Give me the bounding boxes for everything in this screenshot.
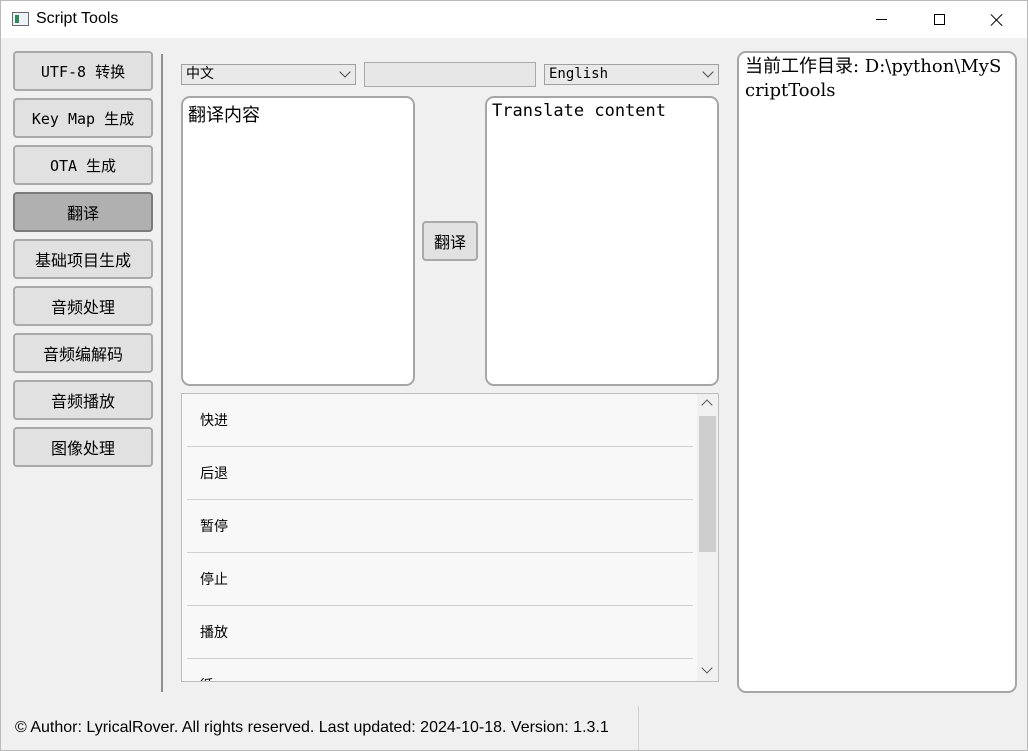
target-language-select[interactable]: English <box>544 64 719 85</box>
close-button[interactable] <box>968 1 1026 38</box>
command-list[interactable]: 快进 后退 暂停 停止 播放 循 <box>181 393 719 682</box>
list-item[interactable]: 停止 <box>187 553 693 606</box>
sidebar-item-ota[interactable]: OTA 生成 <box>13 145 153 185</box>
chevron-down-icon <box>339 66 351 78</box>
translated-text-output[interactable]: Translate content <box>485 96 719 386</box>
app-window: Script Tools UTF-8 转换 Key Map 生成 OTA 生成 … <box>0 0 1028 751</box>
minimize-button[interactable] <box>852 1 910 38</box>
close-icon <box>990 13 1004 27</box>
sidebar-item-keymap[interactable]: Key Map 生成 <box>13 98 153 138</box>
sidebar-item-translate[interactable]: 翻译 <box>13 192 153 232</box>
sidebar-item-image-process[interactable]: 图像处理 <box>13 427 153 467</box>
list-item[interactable]: 后退 <box>187 447 693 500</box>
status-bar: © Author: LyricalRover. All rights reser… <box>1 706 1027 750</box>
sidebar-divider <box>161 54 163 692</box>
working-directory-panel[interactable]: 当前工作目录: D:\python\MyScriptTools <box>737 51 1017 693</box>
maximize-icon <box>933 14 945 25</box>
scroll-up-icon[interactable] <box>701 399 713 411</box>
list-item[interactable]: 播放 <box>187 606 693 659</box>
chevron-down-icon <box>702 66 714 78</box>
list-scrollbar[interactable] <box>697 394 718 681</box>
source-language-select[interactable]: 中文 <box>181 64 356 85</box>
scroll-thumb[interactable] <box>699 416 716 552</box>
status-separator <box>638 706 639 750</box>
source-text-input[interactable]: 翻译内容 <box>181 96 415 386</box>
sidebar-item-audio-codec[interactable]: 音频编解码 <box>13 333 153 373</box>
middle-input[interactable] <box>364 62 536 87</box>
translate-button[interactable]: 翻译 <box>422 221 478 261</box>
scroll-down-icon[interactable] <box>701 662 713 674</box>
target-language-value: English <box>549 66 609 82</box>
status-text: © Author: LyricalRover. All rights reser… <box>15 719 609 736</box>
sidebar-item-utf8[interactable]: UTF-8 转换 <box>13 51 153 91</box>
window-title: Script Tools <box>36 10 119 27</box>
minimize-icon <box>875 19 887 20</box>
list-item[interactable]: 暂停 <box>187 500 693 553</box>
sidebar-item-audio-play[interactable]: 音频播放 <box>13 380 153 420</box>
app-icon <box>12 12 29 26</box>
list-item[interactable]: 快进 <box>187 394 693 447</box>
sidebar-item-audio-process[interactable]: 音频处理 <box>13 286 153 326</box>
source-language-value: 中文 <box>186 66 214 82</box>
maximize-button[interactable] <box>910 1 968 38</box>
title-bar[interactable]: Script Tools <box>1 1 1027 38</box>
list-item[interactable]: 循 <box>187 659 693 681</box>
sidebar-item-base-project[interactable]: 基础项目生成 <box>13 239 153 279</box>
